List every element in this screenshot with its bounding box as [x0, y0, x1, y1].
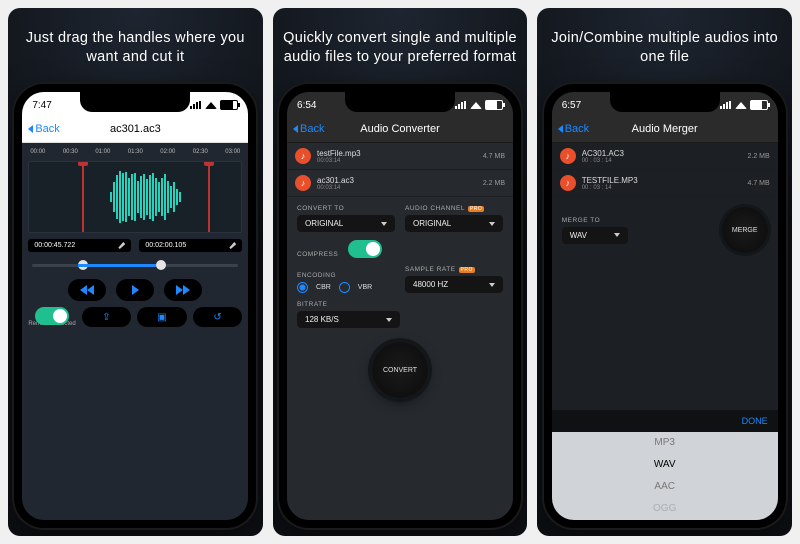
- timeline-ticks: 00:0000:3001:0001:3002:0002:3003:00: [28, 147, 242, 155]
- panel-audio-converter: Quickly convert single and multiple audi…: [273, 8, 528, 536]
- nav-bar: Back ac301.ac3: [22, 116, 248, 143]
- forward-button[interactable]: [164, 279, 202, 301]
- play-button[interactable]: [116, 279, 154, 301]
- signal-icon: [190, 101, 202, 109]
- picker-option[interactable]: MP3: [552, 432, 778, 454]
- wifi-icon: [470, 102, 482, 109]
- merge-button[interactable]: MERGE: [722, 207, 768, 253]
- file-row[interactable]: ♪ AC301.AC300 : 03 : 14 2.2 MB: [552, 143, 778, 170]
- caret-down-icon: [489, 222, 495, 226]
- back-button[interactable]: Back: [28, 123, 59, 135]
- caret-down-icon: [489, 283, 495, 287]
- convert-button[interactable]: CONVERT: [372, 342, 428, 398]
- status-time: 6:54: [297, 100, 316, 111]
- phone-frame-3: 6:57 Back Audio Merger ♪ AC301.AC300 : 0…: [544, 84, 786, 528]
- signal-icon: [455, 101, 467, 109]
- music-icon: ♪: [295, 175, 311, 191]
- panel-audio-merger: Join/Combine multiple audios into one fi…: [537, 8, 792, 536]
- file-row[interactable]: ♪ testFile.mp300:03:14 4.7 MB: [287, 143, 513, 170]
- nav-title: ac301.ac3: [110, 123, 161, 135]
- file-row[interactable]: ♪ TESTFILE.MP300 : 03 : 14 4.7 MB: [552, 170, 778, 197]
- sample-rate-select[interactable]: 48000 HZ: [405, 276, 503, 293]
- waveform-icon: [82, 170, 209, 224]
- range-slider[interactable]: [32, 264, 238, 267]
- picker-option[interactable]: OGG: [552, 498, 778, 520]
- music-icon: ♪: [560, 148, 576, 164]
- wifi-icon: [205, 102, 217, 109]
- status-time: 6:57: [562, 100, 581, 111]
- encoding-cbr-radio[interactable]: [297, 282, 308, 293]
- phone-frame-2: 6:54 Back Audio Converter ♪ testFile.mp3…: [279, 84, 521, 528]
- rewind-button[interactable]: [68, 279, 106, 301]
- picker-option[interactable]: AAC: [552, 476, 778, 498]
- status-time: 7:47: [32, 100, 51, 111]
- back-button[interactable]: Back: [558, 123, 589, 135]
- tagline-cutter: Just drag the handles where you want and…: [16, 20, 255, 76]
- chevron-left-icon: [558, 125, 563, 133]
- pro-badge: PRO: [459, 267, 475, 273]
- format-picker[interactable]: MP3 WAV AAC OGG: [552, 432, 778, 520]
- file-row[interactable]: ♪ ac301.ac300:03:14 2.2 MB: [287, 170, 513, 197]
- remove-selected-toggle[interactable]: [35, 307, 69, 325]
- nav-bar: Back Audio Converter: [287, 116, 513, 143]
- phone-frame-1: 7:47 Back ac301.ac3 00:0000:3001:0001:30…: [14, 84, 256, 528]
- start-time-field[interactable]: 00:00:45.722: [28, 239, 131, 252]
- undo-button[interactable]: ↺: [193, 307, 243, 327]
- merge-to-select[interactable]: WAV: [562, 227, 628, 244]
- caret-down-icon: [386, 318, 392, 322]
- pencil-icon: [229, 242, 236, 249]
- nav-title: Audio Converter: [360, 123, 440, 135]
- notch-icon: [80, 92, 190, 112]
- caret-down-icon: [614, 233, 620, 237]
- share-button[interactable]: ⇪: [82, 307, 132, 327]
- done-button[interactable]: DONE: [552, 410, 778, 432]
- notch-icon: [345, 92, 455, 112]
- nav-bar: Back Audio Merger: [552, 116, 778, 143]
- battery-icon: [750, 100, 768, 110]
- bitrate-select[interactable]: 128 KB/S: [297, 311, 400, 328]
- chevron-left-icon: [293, 125, 298, 133]
- music-icon: ♪: [295, 148, 311, 164]
- nav-title: Audio Merger: [632, 123, 698, 135]
- end-time-field[interactable]: 00:02:00.105: [139, 239, 242, 252]
- chevron-left-icon: [28, 125, 33, 133]
- panel-audio-cutter: Just drag the handles where you want and…: [8, 8, 263, 536]
- tagline-merger: Join/Combine multiple audios into one fi…: [545, 20, 784, 76]
- convert-to-select[interactable]: ORIGINAL: [297, 215, 395, 232]
- tagline-converter: Quickly convert single and multiple audi…: [281, 20, 520, 76]
- battery-icon: [220, 100, 238, 110]
- wifi-icon: [735, 102, 747, 109]
- caret-down-icon: [381, 222, 387, 226]
- waveform[interactable]: [28, 161, 242, 233]
- signal-icon: [720, 101, 732, 109]
- notch-icon: [610, 92, 720, 112]
- music-icon: ♪: [560, 175, 576, 191]
- back-button[interactable]: Back: [293, 123, 324, 135]
- battery-icon: [485, 100, 503, 110]
- audio-channel-select[interactable]: ORIGINAL: [405, 215, 503, 232]
- compress-toggle[interactable]: [348, 240, 382, 258]
- save-button[interactable]: ▣: [137, 307, 187, 327]
- pencil-icon: [118, 242, 125, 249]
- pro-badge: PRO: [468, 206, 484, 212]
- picker-option-selected[interactable]: WAV: [552, 454, 778, 476]
- encoding-vbr-radio[interactable]: [339, 282, 350, 293]
- play-icon: [132, 285, 139, 295]
